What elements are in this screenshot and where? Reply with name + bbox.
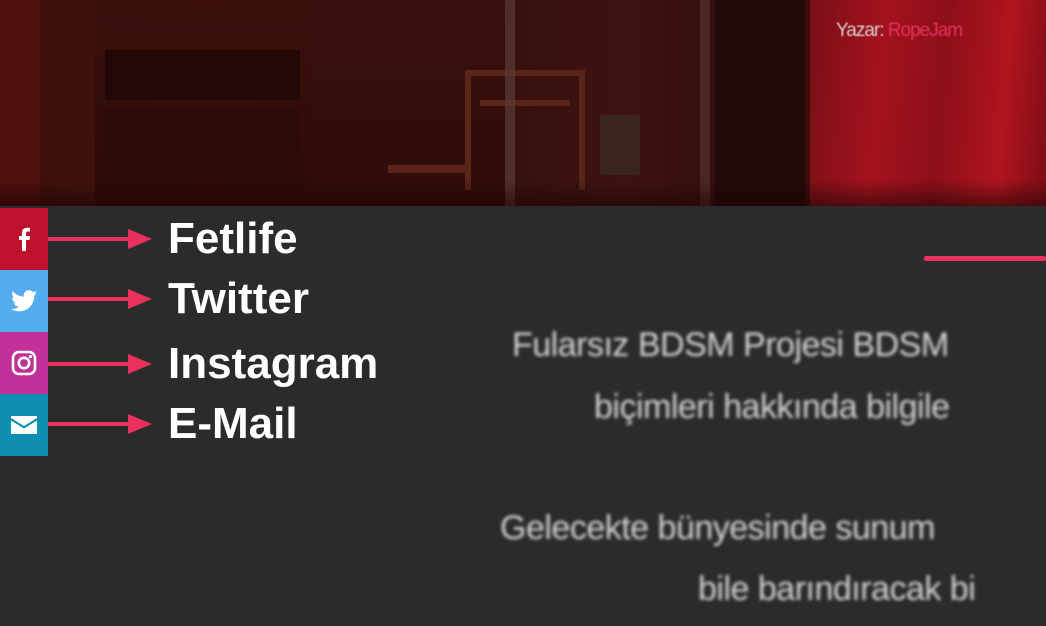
instagram-button[interactable] xyxy=(0,332,48,394)
email-button[interactable] xyxy=(0,394,48,456)
arrow-icon xyxy=(48,229,152,249)
intro-text-line: Fularsız BDSM Projesi BDSM xyxy=(512,326,949,364)
instagram-icon xyxy=(11,350,37,376)
intro-text-line: bile barındıracak bi xyxy=(698,570,976,608)
social-sidebar xyxy=(0,208,48,456)
fetlife-button[interactable] xyxy=(0,208,48,270)
author-name-link[interactable]: RopeJam xyxy=(888,20,963,41)
facebook-icon xyxy=(19,227,30,251)
page: Yazar: RopeJam Fetlife Twitter Instagram… xyxy=(0,0,1046,626)
author-line: Yazar: RopeJam xyxy=(836,20,963,42)
twitter-icon xyxy=(11,290,37,312)
annotation-label: E-Mail xyxy=(168,399,298,448)
annotation-label: Twitter xyxy=(168,274,309,323)
arrow-icon xyxy=(48,289,152,309)
section-divider xyxy=(924,256,1046,261)
annotation-email: E-Mail xyxy=(48,393,298,455)
annotation-label: Fetlife xyxy=(168,214,298,263)
intro-text-line: biçimleri hakkında bilgile xyxy=(594,388,950,426)
mail-icon xyxy=(11,416,37,434)
annotation-instagram: Instagram xyxy=(48,333,378,395)
annotation-fetlife: Fetlife xyxy=(48,208,298,270)
intro-text-line: Gelecekte bünyesinde sunum xyxy=(500,509,935,547)
arrow-icon xyxy=(48,414,152,434)
twitter-button[interactable] xyxy=(0,270,48,332)
hero-image: Yazar: RopeJam xyxy=(0,0,1046,206)
arrow-icon xyxy=(48,354,152,374)
annotation-label: Instagram xyxy=(168,339,379,388)
author-label: Yazar: xyxy=(836,20,885,41)
annotation-twitter: Twitter xyxy=(48,268,309,330)
